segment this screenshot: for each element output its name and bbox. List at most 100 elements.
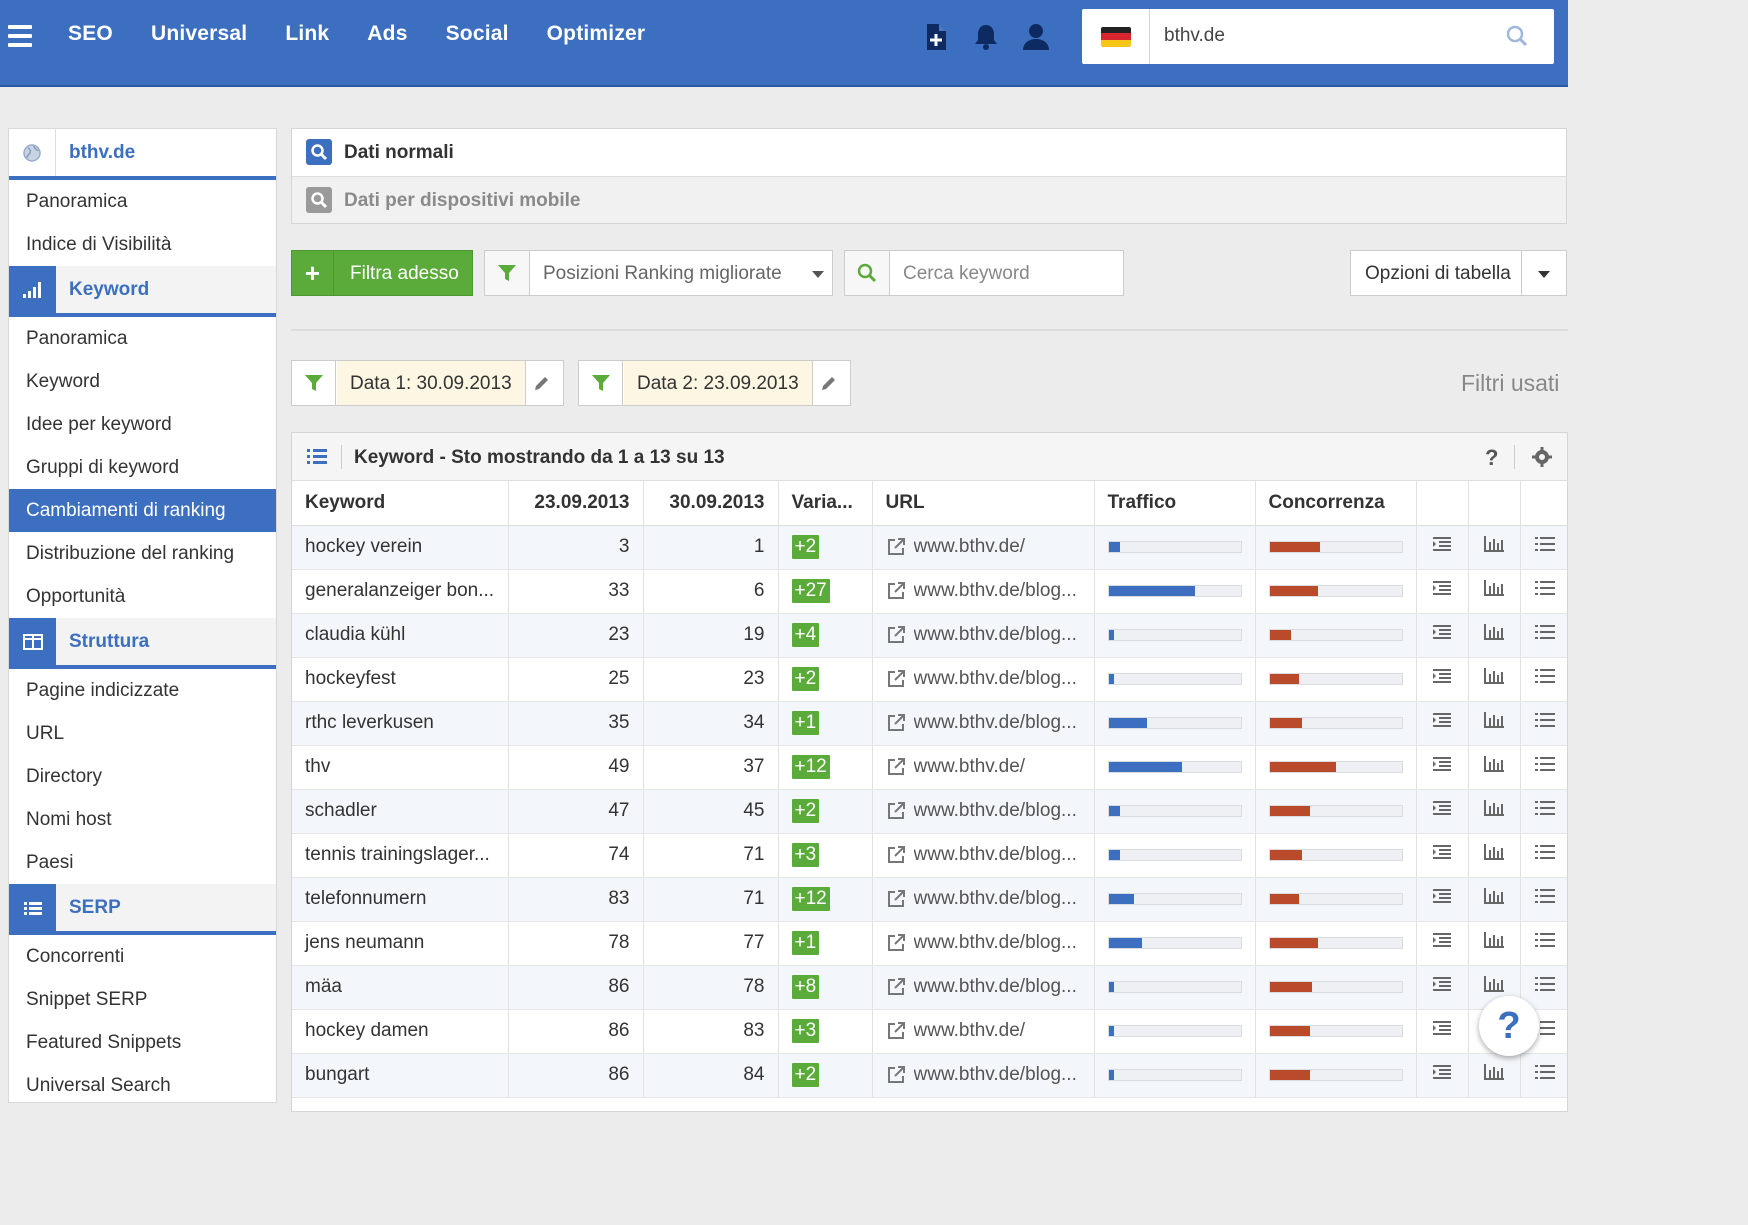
external-link-icon[interactable] — [886, 845, 906, 865]
url-text[interactable]: www.bthv.de/blog... — [914, 976, 1077, 998]
external-link-icon[interactable] — [886, 537, 906, 557]
url-cell[interactable]: www.bthv.de/blog... — [872, 877, 1095, 922]
url-text[interactable]: www.bthv.de/blog... — [914, 580, 1077, 602]
keyword-cell[interactable]: schadler — [292, 789, 509, 834]
row-menu-icon[interactable] — [1520, 833, 1567, 878]
url-text[interactable]: www.bthv.de/ — [914, 756, 1026, 778]
url-cell[interactable]: www.bthv.de/blog... — [872, 1053, 1095, 1098]
ranking-filter-select[interactable]: Posizioni Ranking migliorate — [484, 250, 833, 296]
table-options-button[interactable]: Opzioni di tabella — [1350, 250, 1567, 296]
keyword-cell[interactable]: telefonnumern — [292, 877, 509, 922]
hamburger-menu-icon[interactable] — [8, 25, 32, 47]
row-chart-icon[interactable] — [1468, 877, 1521, 922]
sidebar-item-ranking-changes[interactable]: Cambiamenti di ranking — [9, 489, 276, 532]
keyword-cell[interactable]: generalanzeiger bon... — [292, 569, 509, 614]
row-detail-icon[interactable] — [1416, 613, 1469, 658]
sidebar-item-panoramica[interactable]: Panoramica — [9, 180, 276, 223]
country-selector[interactable] — [1082, 9, 1150, 64]
row-chart-icon[interactable] — [1468, 921, 1521, 966]
row-menu-icon[interactable] — [1520, 789, 1567, 834]
keyword-search-field[interactable]: Cerca keyword — [844, 250, 1124, 296]
url-cell[interactable]: www.bthv.de/blog... — [872, 965, 1095, 1010]
url-cell[interactable]: www.bthv.de/blog... — [872, 613, 1095, 658]
sidebar-keyword-header[interactable]: Keyword — [9, 266, 276, 317]
row-menu-icon[interactable] — [1520, 613, 1567, 658]
table-row[interactable]: claudia kühl 23 19 +4 www.bthv.de/blog... — [292, 613, 1567, 658]
row-detail-icon[interactable] — [1416, 833, 1469, 878]
table-row[interactable]: bungart 86 84 +2 www.bthv.de/blog... — [292, 1053, 1567, 1098]
url-cell[interactable]: www.bthv.de/blog... — [872, 833, 1095, 878]
external-link-icon[interactable] — [886, 757, 906, 777]
nav-seo[interactable]: SEO — [68, 22, 113, 46]
table-row[interactable]: thv 49 37 +12 www.bthv.de/ — [292, 745, 1567, 790]
row-chart-icon[interactable] — [1468, 613, 1521, 658]
external-link-icon[interactable] — [886, 581, 906, 601]
row-chart-icon[interactable] — [1468, 657, 1521, 702]
user-icon[interactable] — [1022, 22, 1050, 52]
row-detail-icon[interactable] — [1416, 657, 1469, 702]
url-text[interactable]: www.bthv.de/ — [914, 1020, 1026, 1042]
table-row[interactable]: rthc leverkusen 35 34 +1 www.bthv.de/blog... — [292, 701, 1567, 746]
table-row[interactable]: mäa 86 78 +8 www.bthv.de/blog... — [292, 965, 1567, 1010]
url-text[interactable]: www.bthv.de/blog... — [914, 800, 1077, 822]
tab-normal-data[interactable]: Dati normali — [292, 129, 1566, 176]
external-link-icon[interactable] — [886, 713, 906, 733]
external-link-icon[interactable] — [886, 625, 906, 645]
url-cell[interactable]: www.bthv.de/ — [872, 525, 1095, 570]
question-icon[interactable]: ? — [1485, 445, 1498, 471]
sidebar-item-serp-snippet[interactable]: Snippet SERP — [9, 978, 276, 1021]
url-text[interactable]: www.bthv.de/blog... — [914, 888, 1077, 910]
sidebar-item-directory[interactable]: Directory — [9, 755, 276, 798]
url-cell[interactable]: www.bthv.de/blog... — [872, 701, 1095, 746]
sidebar-item-kw-panoramica[interactable]: Panoramica — [9, 317, 276, 360]
nav-link[interactable]: Link — [285, 22, 329, 46]
row-detail-icon[interactable] — [1416, 701, 1469, 746]
pencil-icon[interactable] — [521, 361, 563, 405]
row-detail-icon[interactable] — [1416, 921, 1469, 966]
row-chart-icon[interactable] — [1468, 701, 1521, 746]
keyword-cell[interactable]: thv — [292, 745, 509, 790]
sidebar-serp-header[interactable]: SERP — [9, 884, 276, 935]
external-link-icon[interactable] — [886, 889, 906, 909]
sidebar-item-keyword-ideas[interactable]: Idee per keyword — [9, 403, 276, 446]
nav-ads[interactable]: Ads — [367, 22, 407, 46]
url-cell[interactable]: www.bthv.de/blog... — [872, 921, 1095, 966]
row-menu-icon[interactable] — [1520, 921, 1567, 966]
sidebar-item-indexed-pages[interactable]: Pagine indicizzate — [9, 669, 276, 712]
nav-universal[interactable]: Universal — [151, 22, 247, 46]
keyword-cell[interactable]: claudia kühl — [292, 613, 509, 658]
col-date1[interactable]: 23.09.2013 — [508, 481, 644, 526]
row-detail-icon[interactable] — [1416, 1053, 1469, 1098]
table-row[interactable]: schadler 47 45 +2 www.bthv.de/blog... — [292, 789, 1567, 834]
row-detail-icon[interactable] — [1416, 1009, 1469, 1054]
external-link-icon[interactable] — [886, 1065, 906, 1085]
sidebar-item-keyword-groups[interactable]: Gruppi di keyword — [9, 446, 276, 489]
row-detail-icon[interactable] — [1416, 569, 1469, 614]
sidebar-item-visibility-index[interactable]: Indice di Visibilità — [9, 223, 276, 266]
sidebar-item-hostnames[interactable]: Nomi host — [9, 798, 276, 841]
url-cell[interactable]: www.bthv.de/blog... — [872, 789, 1095, 834]
url-cell[interactable]: www.bthv.de/ — [872, 1009, 1095, 1054]
url-text[interactable]: www.bthv.de/ — [914, 536, 1026, 558]
sidebar-item-keyword[interactable]: Keyword — [9, 360, 276, 403]
row-menu-icon[interactable] — [1520, 1053, 1567, 1098]
url-cell[interactable]: www.bthv.de/blog... — [872, 657, 1095, 702]
table-row[interactable]: tennis trainingslager... 74 71 +3 www.bthv.d… — [292, 833, 1567, 878]
col-change[interactable]: Varia... — [778, 481, 873, 526]
table-row[interactable]: hockey verein 3 1 +2 www.bthv.de/ — [292, 525, 1567, 570]
row-chart-icon[interactable] — [1468, 569, 1521, 614]
sidebar-item-ranking-distribution[interactable]: Distribuzione del ranking — [9, 532, 276, 575]
row-chart-icon[interactable] — [1468, 745, 1521, 790]
url-text[interactable]: www.bthv.de/blog... — [914, 624, 1077, 646]
table-row[interactable]: hockey damen 86 83 +3 www.bthv.de/ — [292, 1009, 1567, 1054]
nav-social[interactable]: Social — [446, 22, 509, 46]
row-detail-icon[interactable] — [1416, 525, 1469, 570]
nav-optimizer[interactable]: Optimizer — [547, 22, 646, 46]
col-date2[interactable]: 30.09.2013 — [643, 481, 779, 526]
sidebar-struttura-header[interactable]: Struttura — [9, 618, 276, 669]
search-icon[interactable] — [1506, 25, 1528, 52]
url-cell[interactable]: www.bthv.de/blog... — [872, 569, 1095, 614]
keyword-cell[interactable]: tennis trainingslager... — [292, 833, 509, 878]
col-traffic[interactable]: Traffico — [1094, 481, 1256, 526]
keyword-cell[interactable]: rthc leverkusen — [292, 701, 509, 746]
